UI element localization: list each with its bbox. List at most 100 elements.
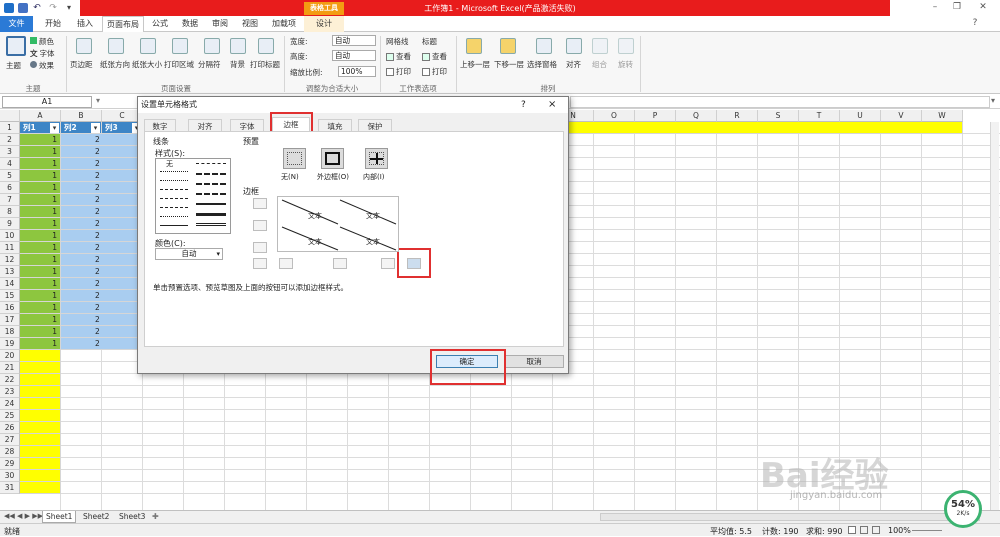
row-header-3[interactable]: 3 [0, 146, 20, 158]
column-header-p[interactable]: P [635, 110, 676, 122]
column-header-r[interactable]: R [717, 110, 758, 122]
line-style-option[interactable] [196, 183, 226, 185]
row-header-20[interactable]: 20 [0, 350, 20, 362]
cell-col-a[interactable] [20, 386, 61, 398]
send-backward-button[interactable]: 下移一层 [494, 59, 524, 70]
theme-effects-button[interactable]: 效果 [30, 60, 54, 71]
line-style-option[interactable] [196, 173, 226, 175]
column-header-a[interactable]: A [20, 110, 61, 122]
preset-outline-button[interactable] [321, 148, 344, 169]
sheet-tab-sheet2[interactable]: Sheet2 [80, 511, 112, 523]
tab-page-layout[interactable]: 页面布局 [102, 16, 144, 32]
cell-col-a[interactable]: 1 [20, 134, 61, 146]
sheet-tab-sheet3[interactable]: Sheet3 [116, 511, 148, 523]
line-style-option[interactable] [160, 189, 188, 190]
selection-pane-button[interactable]: 选择窗格 [527, 59, 557, 70]
margins-icon[interactable] [76, 38, 92, 54]
line-style-option[interactable] [160, 225, 188, 226]
tab-design[interactable]: 设计 [304, 16, 344, 32]
table-header-cell[interactable]: 列1 ▾ [20, 122, 61, 134]
column-header-t[interactable]: T [799, 110, 840, 122]
sheet-tab-sheet1[interactable]: Sheet1 [42, 511, 77, 523]
cell-col-a[interactable] [20, 410, 61, 422]
cell-col-a[interactable]: 1 [20, 326, 61, 338]
breaks-button[interactable]: 分隔符 [198, 59, 221, 70]
cell-col-a[interactable]: 1 [20, 230, 61, 242]
page-size-button[interactable]: 纸张大小 [132, 59, 162, 70]
filter-dropdown-icon[interactable]: ▾ [91, 123, 100, 133]
vertical-scrollbar[interactable] [990, 122, 999, 510]
row-header-8[interactable]: 8 [0, 206, 20, 218]
row-header-19[interactable]: 19 [0, 338, 20, 350]
restore-icon[interactable]: ❐ [950, 2, 964, 14]
column-header-o[interactable]: O [594, 110, 635, 122]
filter-dropdown-icon[interactable]: ▾ [50, 123, 59, 133]
theme-colors-button[interactable]: 颜色 [30, 36, 54, 47]
gridlines-print-checkbox[interactable]: 打印 [386, 66, 411, 77]
cell-col-a[interactable] [20, 470, 61, 482]
border-middle-v-button[interactable] [333, 258, 347, 269]
cell-col-b[interactable]: 2 [61, 182, 143, 194]
cell-col-a[interactable] [20, 374, 61, 386]
row-header-12[interactable]: 12 [0, 254, 20, 266]
cell-col-b[interactable]: 2 [61, 158, 143, 170]
expand-formula-icon[interactable]: ▾ [991, 96, 995, 105]
row-header-11[interactable]: 11 [0, 242, 20, 254]
name-box-dropdown-icon[interactable]: ▾ [96, 96, 100, 105]
border-left-button[interactable] [279, 258, 293, 269]
cell-col-a[interactable]: 1 [20, 170, 61, 182]
border-top-button[interactable] [253, 198, 267, 209]
row-header-24[interactable]: 24 [0, 398, 20, 410]
column-header-u[interactable]: U [840, 110, 881, 122]
cell-col-a[interactable]: 1 [20, 338, 61, 350]
cell-col-a[interactable]: 1 [20, 206, 61, 218]
cell-col-b[interactable]: 2 [61, 302, 143, 314]
row-header-25[interactable]: 25 [0, 410, 20, 422]
formula-input[interactable] [570, 96, 990, 108]
cell-col-a[interactable] [20, 422, 61, 434]
row-header-22[interactable]: 22 [0, 374, 20, 386]
row-header-29[interactable]: 29 [0, 458, 20, 470]
print-area-icon[interactable] [172, 38, 188, 54]
column-header-q[interactable]: Q [676, 110, 717, 122]
row-header-2[interactable]: 2 [0, 134, 20, 146]
cell-col-b[interactable]: 2 [61, 230, 143, 242]
tab-insert[interactable]: 插入 [70, 16, 100, 32]
cell-col-a[interactable]: 1 [20, 254, 61, 266]
tab-home[interactable]: 开始 [38, 16, 68, 32]
cell-col-b[interactable]: 2 [61, 254, 143, 266]
line-style-list[interactable]: 无 [155, 158, 231, 234]
line-style-option[interactable] [196, 213, 226, 216]
cancel-button[interactable]: 取消 [504, 355, 564, 368]
row-header-21[interactable]: 21 [0, 362, 20, 374]
cell-col-b[interactable]: 2 [61, 266, 143, 278]
send-backward-icon[interactable] [500, 38, 516, 54]
width-select[interactable]: 自动 [332, 35, 376, 46]
cell-col-a[interactable]: 1 [20, 302, 61, 314]
dialog-help-icon[interactable]: ? [521, 97, 526, 113]
border-middle-h-button[interactable] [253, 220, 267, 231]
row-header-30[interactable]: 30 [0, 470, 20, 482]
background-icon[interactable] [230, 38, 246, 54]
row-header-15[interactable]: 15 [0, 290, 20, 302]
cell-col-a[interactable]: 1 [20, 242, 61, 254]
row-header-28[interactable]: 28 [0, 446, 20, 458]
column-header-v[interactable]: V [881, 110, 922, 122]
row-header-10[interactable]: 10 [0, 230, 20, 242]
align-button[interactable]: 对齐 [566, 59, 581, 70]
cell-col-a[interactable]: 1 [20, 278, 61, 290]
cell-col-a[interactable]: 1 [20, 290, 61, 302]
line-style-option[interactable] [160, 216, 188, 217]
border-diag-up-button[interactable] [253, 258, 267, 269]
horizontal-scrollbar[interactable] [600, 513, 980, 521]
new-sheet-icon[interactable]: ✚ [152, 512, 159, 521]
selection-pane-icon[interactable] [536, 38, 552, 54]
print-titles-icon[interactable] [258, 38, 274, 54]
tab-addins[interactable]: 加载项 [266, 16, 302, 32]
column-header-w[interactable]: W [922, 110, 963, 122]
cell-col-b[interactable]: 2 [61, 242, 143, 254]
row-header-14[interactable]: 14 [0, 278, 20, 290]
themes-button[interactable]: 主题 [6, 60, 21, 71]
border-bottom-button[interactable] [253, 242, 267, 253]
row-header-9[interactable]: 9 [0, 218, 20, 230]
